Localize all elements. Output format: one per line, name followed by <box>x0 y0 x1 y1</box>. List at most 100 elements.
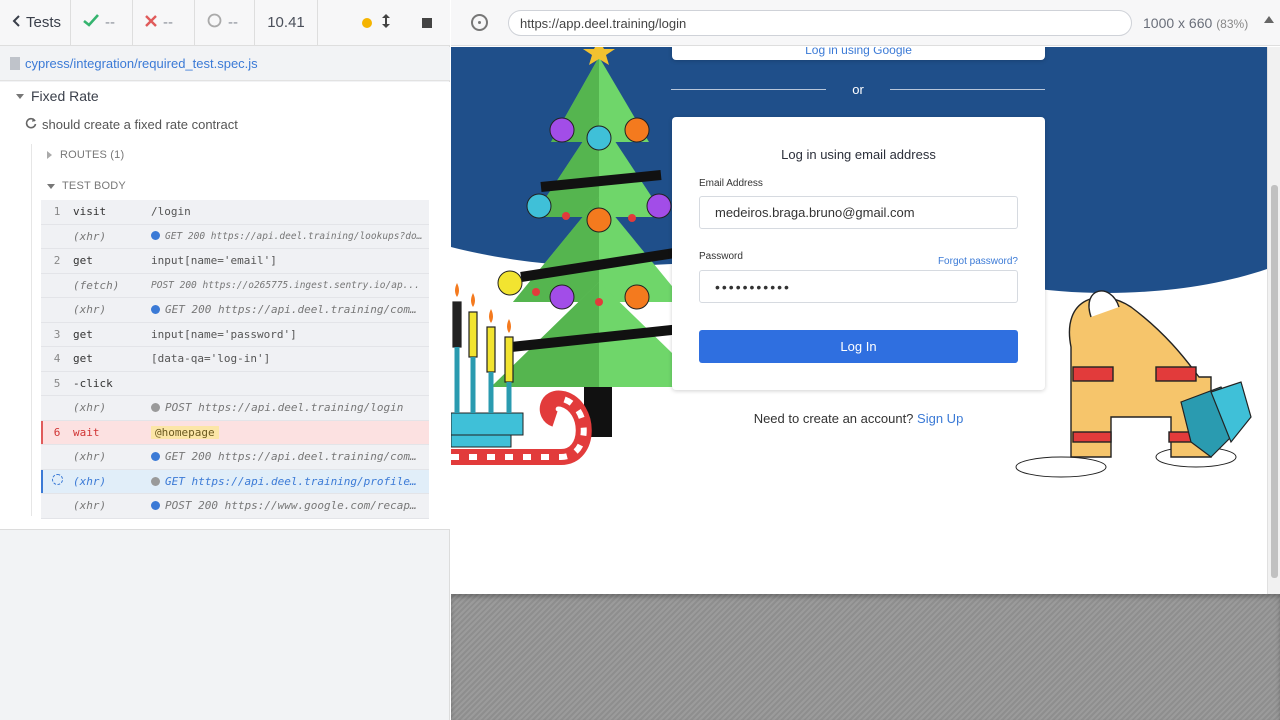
caret-down-icon <box>16 93 24 99</box>
url-bar[interactable]: https://app.deel.training/login <box>508 10 1132 36</box>
command-message-text: GET 200 https://api.deel.training/com... <box>165 450 429 464</box>
command-name: (xhr) <box>73 401 107 415</box>
command-message-text: /login <box>151 205 191 219</box>
command-row[interactable]: (xhr) GET https://api.deel.training/profi… <box>41 469 429 494</box>
tree-line <box>31 144 32 516</box>
request-status-dot-icon <box>151 501 160 511</box>
command-number: 2 <box>53 254 61 268</box>
pending-count: -- <box>228 14 238 31</box>
test-title-text: should create a fixed rate contract <box>42 117 238 132</box>
spec-bar: cypress/integration/required_test.spec.j… <box>0 47 450 81</box>
request-status-dot-icon <box>151 305 160 315</box>
scrollbar-thumb[interactable] <box>1271 185 1278 578</box>
request-status-dot-icon <box>151 403 160 413</box>
command-message-text: [data-qa='log-in'] <box>151 352 271 366</box>
reporter-header: Tests -- -- -- 10.41 <box>0 0 450 46</box>
command-name: (xhr) <box>73 303 107 317</box>
runnable-list: Fixed Rate should create a fixed rate co… <box>0 82 450 530</box>
command-name: get <box>73 254 93 268</box>
command-number: 3 <box>53 327 61 341</box>
command-row[interactable]: 1 visit/login <box>41 200 429 225</box>
app-scrollbar[interactable] <box>1267 47 1280 594</box>
command-row[interactable]: (xhr) GET 200 https://api.deel.training/c… <box>41 445 429 470</box>
command-row[interactable]: 3 get input[name='password'] <box>41 322 429 347</box>
command-number: 5 <box>53 376 61 390</box>
email-login-card: Log in using email address Email Address… <box>672 117 1045 390</box>
suite-title[interactable]: Fixed Rate <box>16 88 99 104</box>
x-icon <box>145 14 157 31</box>
log-in-button[interactable]: Log In <box>699 330 1018 363</box>
command-message-text: POST 200 https://www.google.com/recap... <box>165 499 429 513</box>
command-message-text: GET 200 https://api.deel.training/com... <box>165 303 429 317</box>
command-row[interactable]: (xhr) POST https://api.deel.training/logi… <box>41 396 429 421</box>
command-name: get <box>73 327 93 341</box>
viewport-info[interactable]: 1000 x 660 (83%) <box>1143 15 1248 31</box>
command-row[interactable]: 6 wait @homepage <box>41 420 429 445</box>
running-indicator-icon <box>362 17 372 28</box>
command-row[interactable]: (xhr) GET 200 https://api.deel.training/l… <box>41 224 429 249</box>
command-message-text: GET https://api.deel.training/profile... <box>165 474 429 488</box>
test-title[interactable]: should create a fixed rate contract <box>25 117 238 132</box>
google-login-label: Log in using Google <box>805 47 912 57</box>
request-status-dot-icon <box>151 230 160 240</box>
sign-up-link[interactable]: Sign Up <box>917 411 963 426</box>
command-message: GET https://api.deel.training/profile... <box>151 475 429 488</box>
command-row[interactable]: (fetch) POST 200 https://o265775.ingest.s… <box>41 273 429 298</box>
email-label: Email Address <box>699 178 763 189</box>
command-message: input[name='email'] <box>151 254 429 267</box>
signup-row: Need to create an account? Sign Up <box>672 411 1045 426</box>
signup-prompt: Need to create an account? <box>753 411 914 426</box>
command-message-text: POST https://api.deel.training/login <box>165 401 404 415</box>
pending-stat: -- <box>195 0 255 45</box>
app-iframe: Log in using Google or Log in using emai… <box>451 47 1280 594</box>
command-row[interactable]: 4 get [data-qa='log-in'] <box>41 347 429 372</box>
chevron-left-icon <box>12 14 20 31</box>
command-message: @homepage <box>151 425 429 439</box>
command-row[interactable]: (xhr) GET 200 https://api.deel.training/c… <box>41 298 429 323</box>
refresh-icon <box>25 117 37 132</box>
google-login-button[interactable]: Log in using Google <box>672 47 1045 60</box>
command-name: (xhr) <box>73 499 107 513</box>
command-message-text: GET 200 https://api.deel.training/lookup… <box>165 230 429 242</box>
command-number: 1 <box>53 205 61 219</box>
command-row[interactable]: 5 -click <box>41 371 429 396</box>
login-title: Log in using email address <box>781 147 936 162</box>
command-message: GET 200 https://api.deel.training/com... <box>151 303 429 316</box>
auto-scroll-icon[interactable] <box>382 13 390 32</box>
forgot-password-link[interactable]: Forgot password? <box>938 256 1018 267</box>
routes-toggle[interactable]: ROUTES (1) <box>47 149 124 161</box>
email-field[interactable]: medeiros.braga.bruno@gmail.com <box>699 196 1018 229</box>
aut-header: https://app.deel.training/login 1000 x 6… <box>451 0 1280 46</box>
divider-line <box>890 88 1045 90</box>
tests-button[interactable]: Tests <box>0 0 71 45</box>
command-message: [data-qa='log-in'] <box>151 352 429 365</box>
password-field[interactable]: ••••••••••• <box>699 270 1018 303</box>
suite-title-text: Fixed Rate <box>31 88 99 104</box>
command-row[interactable]: (xhr) POST 200 https://www.google.com/rec… <box>41 494 429 519</box>
check-icon <box>83 14 99 31</box>
spec-path-link[interactable]: cypress/integration/required_test.spec.j… <box>25 56 258 71</box>
command-name: (xhr) <box>73 450 107 464</box>
command-name: (fetch) <box>73 278 120 292</box>
command-message: GET 200 https://api.deel.training/lookup… <box>151 230 429 242</box>
file-icon <box>10 57 20 70</box>
command-name: get <box>73 352 93 366</box>
command-name: (xhr) <box>73 229 107 243</box>
passed-stat: -- <box>71 0 133 45</box>
test-body-toggle[interactable]: TEST BODY <box>47 180 126 192</box>
caret-right-icon <box>47 151 52 159</box>
command-message: POST 200 https://www.google.com/recap... <box>151 499 429 512</box>
stop-icon[interactable] <box>422 17 432 28</box>
circle-notch-icon <box>207 13 222 32</box>
command-message-text: input[name='password'] <box>151 327 297 341</box>
command-name: wait <box>73 425 100 439</box>
cypress-reporter: Tests -- -- -- 10.41 cypress/integration… <box>0 0 450 720</box>
command-log: 1 visit/login (xhr) GET 200 https://api.dee… <box>41 200 429 519</box>
command-name: (xhr) <box>73 474 107 488</box>
command-row[interactable]: 2 get input[name='email'] <box>41 249 429 274</box>
or-label: or <box>852 81 864 97</box>
scroll-up-icon[interactable] <box>1264 16 1274 23</box>
selector-playground-icon[interactable] <box>471 14 488 31</box>
command-message: /login <box>151 205 429 218</box>
command-message: GET 200 https://api.deel.training/com... <box>151 450 429 463</box>
